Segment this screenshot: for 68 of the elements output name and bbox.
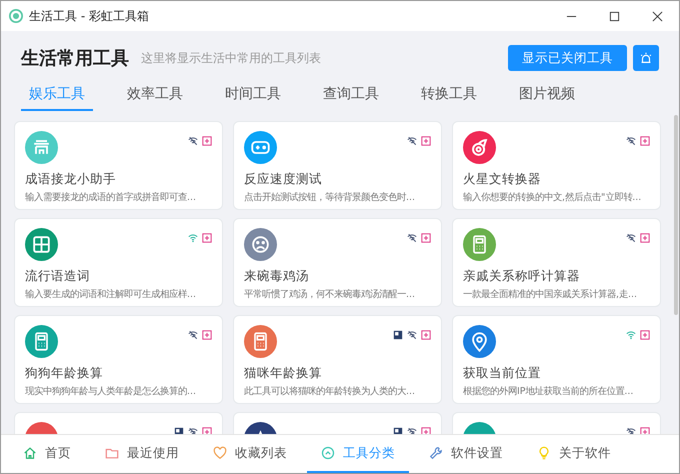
alarm-button[interactable] (633, 45, 659, 71)
bulb-icon (537, 446, 551, 460)
tool-card[interactable]: 获取当前位置 根据您的外网IP地址获取当前的所在位置... (452, 315, 661, 404)
add-icon[interactable] (202, 136, 212, 146)
tool-description: 根据您的外网IP地址获取当前的所在位置... (463, 385, 634, 398)
tool-name: 反应速度测试 (244, 171, 323, 188)
category-tab[interactable]: 效率工具 (119, 85, 191, 111)
tool-card[interactable]: 猫咪年龄换算 此工具可以将猫咪的年龄转换为人类的大... (233, 315, 442, 404)
app-logo-icon (9, 9, 23, 23)
tool-card[interactable]: 成语接龙小助手 输入需要接龙的成语的首字或拼音即可查... (14, 121, 223, 210)
tool-card[interactable]: 亲戚关系称呼计算器 一款最全面精准的中国亲戚关系计算器,走... (452, 218, 661, 307)
tool-name: 火星文转换器 (463, 171, 542, 188)
tool-description: 点击开始测试按钮，等待背景颜色变色时... (244, 191, 416, 204)
add-icon[interactable] (640, 136, 650, 146)
nav-label: 软件设置 (451, 444, 503, 462)
folder-icon (105, 446, 119, 460)
nav-item[interactable]: 首页 (9, 435, 85, 473)
heart-icon (213, 446, 227, 460)
tool-name: 流行语造词 (25, 268, 91, 285)
category-tab[interactable]: 图片视频 (511, 85, 583, 111)
nav-item[interactable]: 收藏列表 (199, 435, 301, 473)
add-icon[interactable] (421, 136, 431, 146)
tool-description: 一款最全面精准的中国亲戚关系计算器,走... (463, 288, 638, 301)
up-icon (321, 446, 335, 460)
alarm-icon (639, 51, 653, 65)
add-icon[interactable] (640, 233, 650, 243)
category-tab[interactable]: 转换工具 (413, 85, 485, 111)
nav-item[interactable]: 软件设置 (415, 435, 517, 473)
tool-description: 输入你想要的转换的中文,然后点击"立即转... (463, 191, 642, 204)
add-icon[interactable] (421, 330, 431, 340)
category-tab[interactable]: 时间工具 (217, 85, 289, 111)
nav-label: 关于软件 (559, 444, 611, 462)
add-icon[interactable] (202, 233, 212, 243)
tool-description: 输入需要接龙的成语的首字或拼音即可查... (25, 191, 197, 204)
wrench-icon (429, 446, 443, 460)
tool-description: 此工具可以将猫咪的年龄转换为人类的大... (244, 385, 416, 398)
tool-name: 成语接龙小助手 (25, 171, 117, 188)
nav-item[interactable]: 关于软件 (523, 435, 625, 473)
add-icon[interactable] (640, 427, 650, 434)
tool-description: 现实中狗狗年龄与人类年龄是怎么换算的... (25, 385, 197, 398)
tool-name: 狗狗年龄换算 (25, 365, 104, 382)
tool-card[interactable]: 反应速度测试 点击开始测试按钮，等待背景颜色变色时... (233, 121, 442, 210)
scrollbar[interactable] (674, 115, 678, 315)
home-icon (23, 446, 37, 460)
window-title: 生活工具 - 彩虹工具箱 (29, 8, 149, 24)
page-title: 生活常用工具 (21, 47, 129, 70)
tool-description: 输入要生成的词语和注解即可生成相应样... (25, 288, 197, 301)
nav-label: 工具分类 (343, 444, 395, 462)
add-icon[interactable] (421, 427, 431, 434)
tool-card[interactable]: 火星文转换器 输入你想要的转换的中文,然后点击"立即转... (452, 121, 661, 210)
add-icon[interactable] (202, 427, 212, 434)
nav-label: 最近使用 (127, 444, 179, 462)
tool-description: 平常听惯了鸡汤，何不来碗毒鸡汤清醒一... (244, 288, 416, 301)
page-subtitle: 这里将显示生活中常用的工具列表 (141, 50, 321, 66)
category-tab[interactable]: 查询工具 (315, 85, 387, 111)
nav-item[interactable]: 最近使用 (91, 435, 193, 473)
nav-label: 收藏列表 (235, 444, 287, 462)
nav-label: 首页 (45, 444, 71, 462)
tool-name: 猫咪年龄换算 (244, 365, 323, 382)
tool-name: 亲戚关系称呼计算器 (463, 268, 581, 285)
tool-name: 来碗毒鸡汤 (244, 268, 310, 285)
tool-card[interactable]: 流行语造词 输入要生成的词语和注解即可生成相应样... (14, 218, 223, 307)
tool-name: 获取当前位置 (463, 365, 542, 382)
add-icon[interactable] (202, 330, 212, 340)
add-icon[interactable] (421, 233, 431, 243)
add-icon[interactable] (640, 330, 650, 340)
tool-card[interactable]: 来碗毒鸡汤 平常听惯了鸡汤，何不来碗毒鸡汤清醒一... (233, 218, 442, 307)
tool-card[interactable]: 狗狗年龄换算 现实中狗狗年龄与人类年龄是怎么换算的... (14, 315, 223, 404)
